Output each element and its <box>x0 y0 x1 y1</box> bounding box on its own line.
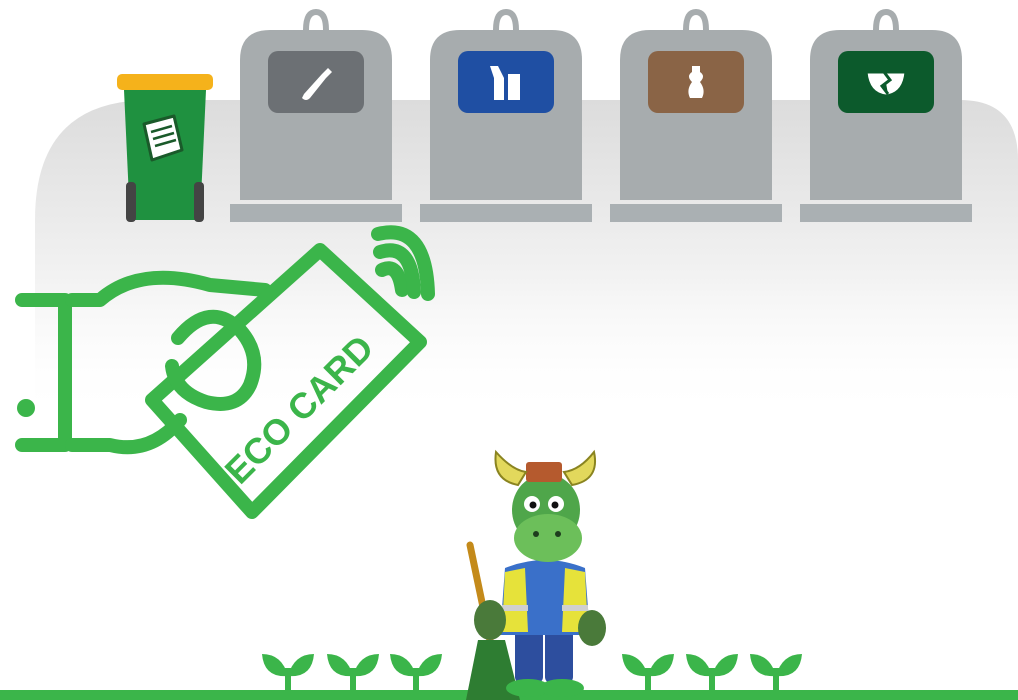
container-packaging <box>420 8 592 222</box>
sprout-icon <box>390 654 442 692</box>
sprout-icon <box>622 654 674 692</box>
paper-document-icon <box>142 114 184 162</box>
paper-wheelie-bin <box>117 74 213 222</box>
sprout-icon <box>262 654 314 692</box>
sprout-icon <box>327 654 379 692</box>
container-organic <box>610 8 782 222</box>
sprout-icon <box>686 654 738 692</box>
sprout-icon <box>750 654 802 692</box>
bull-mascot <box>466 449 606 700</box>
container-glass <box>800 8 972 222</box>
container-general <box>230 8 402 222</box>
packaging-panel <box>458 51 554 113</box>
illustration-canvas: ECO CARD <box>0 0 1018 700</box>
